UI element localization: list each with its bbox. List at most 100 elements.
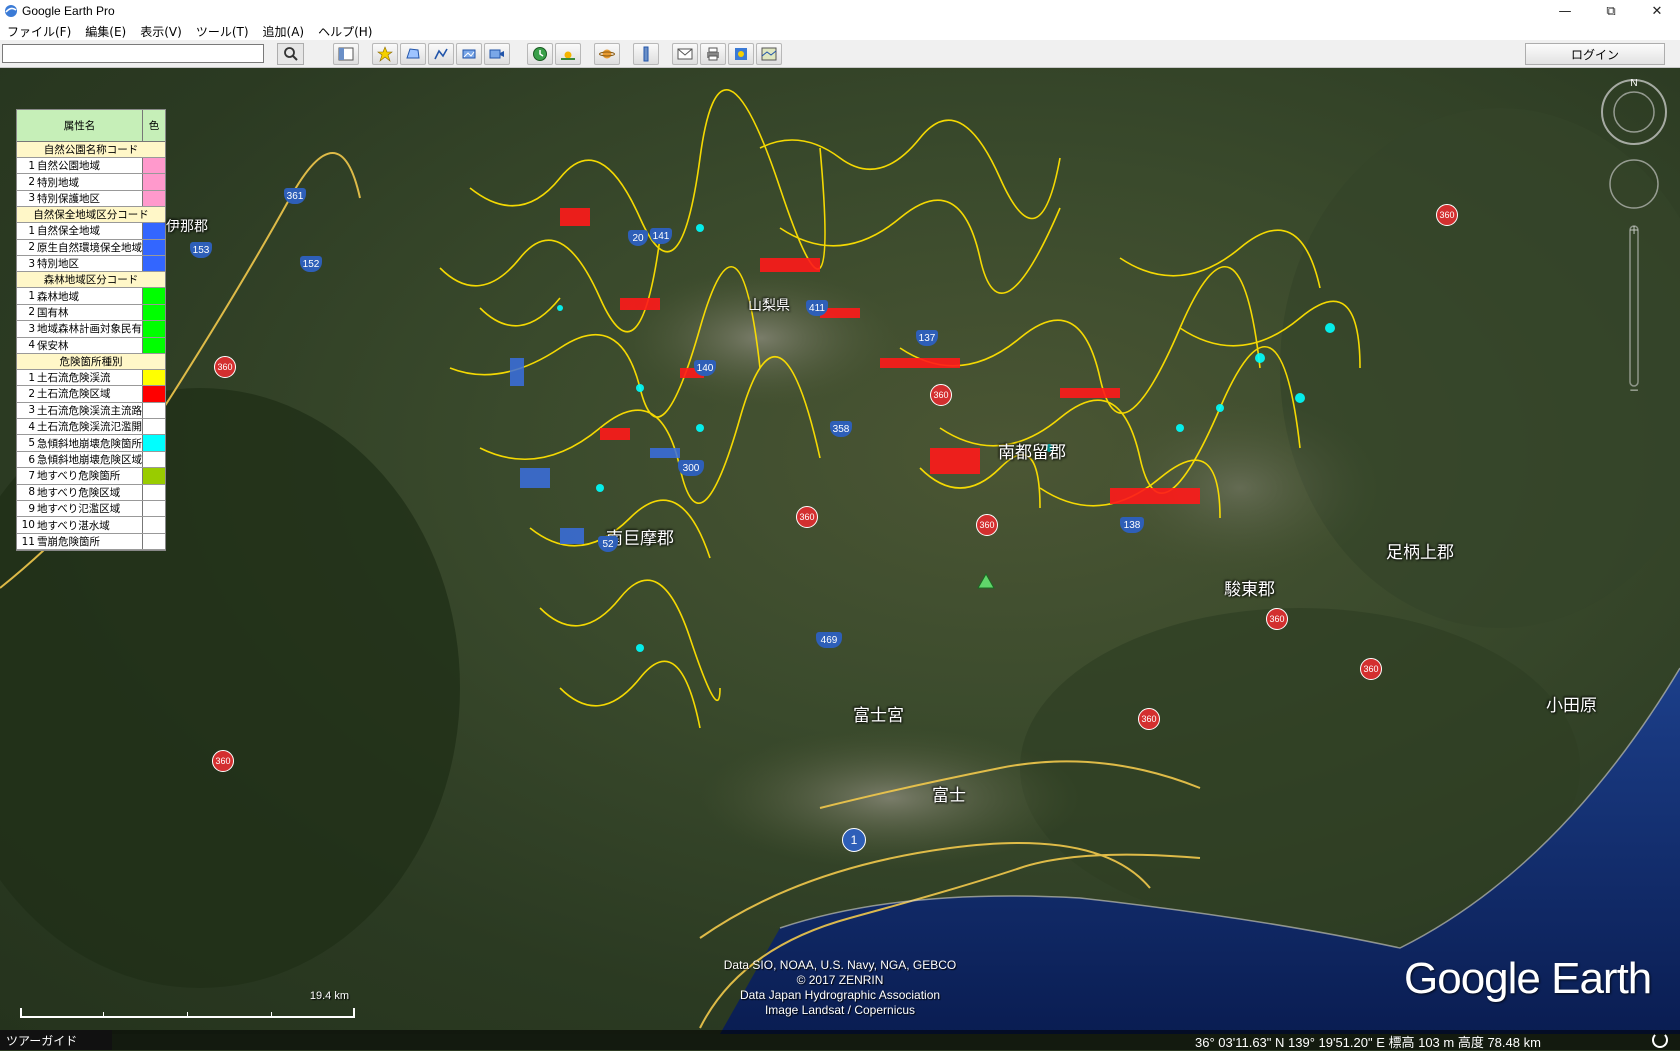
attribution-line: Data Japan Hydrographic Association <box>739 988 941 1002</box>
maximize-button[interactable]: ⧉ <box>1588 0 1634 22</box>
look-joystick[interactable] <box>1609 159 1659 209</box>
menu-view[interactable]: 表示(V) <box>133 23 189 40</box>
minimize-button[interactable]: — <box>1542 0 1588 22</box>
legend-row-label: 土石流危険渓流氾濫開始点 <box>37 419 143 435</box>
legend-color-swatch <box>143 190 165 207</box>
legend-row: 10 地すべり湛水域 <box>17 517 165 534</box>
place-label: 駿東郡 <box>1224 580 1275 600</box>
legend-row-number: 11 <box>21 535 35 548</box>
legend-row-number: 1 <box>28 371 35 384</box>
legend-row-number: 5 <box>28 437 35 450</box>
menu-help[interactable]: ヘルプ(H) <box>311 23 379 40</box>
compass-north-label: N <box>1630 78 1637 89</box>
window-title: Google Earth Pro <box>22 4 115 18</box>
route-shield: 1 <box>842 828 866 852</box>
path-icon <box>434 48 448 60</box>
legend-row: 6 急傾斜地崩壊危険区域 <box>17 451 165 469</box>
legend-row: 3 地域森林計画対象民有林 <box>17 321 165 338</box>
polygon-icon <box>406 48 420 59</box>
planets-button[interactable] <box>594 43 620 65</box>
sunlight-button[interactable] <box>555 43 581 65</box>
tour-guide-button[interactable]: ツアーガイド <box>0 1030 112 1050</box>
ruler-button[interactable] <box>633 43 659 65</box>
menu-add[interactable]: 追加(A) <box>256 23 312 40</box>
google-earth-logo: Google Earth <box>1404 954 1652 1003</box>
legend-row-label: 地すべり氾濫区域 <box>37 501 143 517</box>
360-photo-badge[interactable]: 360 <box>930 384 952 406</box>
zoom-slider[interactable] <box>1629 225 1639 387</box>
add-polygon-button[interactable] <box>400 43 426 65</box>
print-button[interactable] <box>700 43 726 65</box>
menu-tools[interactable]: ツール(T) <box>189 23 256 40</box>
legend-row-number: 3 <box>28 192 35 205</box>
overlay-icon <box>462 49 476 59</box>
zoom-in-icon[interactable]: + <box>1629 223 1639 237</box>
legend-color-swatch <box>143 255 165 272</box>
legend-row-label: 地すべり湛水域 <box>37 517 143 533</box>
menu-bar: ファイル(F) 編集(E) 表示(V) ツール(T) 追加(A) ヘルプ(H) <box>0 22 1680 40</box>
map-viewport[interactable]: 属性名 色 自然公園名称コード 1 自然公園地域 2 特別地域 3 特別保護地区 自然保全地域… <box>0 68 1680 1034</box>
legend-row-number: 2 <box>28 176 35 189</box>
legend-row-label: 地すべり危険区域 <box>37 484 143 501</box>
login-button[interactable]: ログイン <box>1525 43 1665 65</box>
legend-row-number: 1 <box>28 224 35 237</box>
compass-ring[interactable] <box>1601 79 1667 145</box>
360-photo-badge[interactable]: 360 <box>212 750 234 772</box>
legend-row: 1 森林地域 <box>17 288 165 305</box>
legend-color-swatch <box>143 239 165 255</box>
legend-row-number: 3 <box>28 404 35 417</box>
legend-row-number: 4 <box>28 420 35 433</box>
place-label: 足柄上郡 <box>1386 543 1454 563</box>
scale-tick <box>103 1012 104 1018</box>
sidebar-toggle-button[interactable] <box>333 43 359 65</box>
search-input[interactable] <box>2 44 264 63</box>
place-label: 山梨県 <box>748 298 790 314</box>
legend-header-color: 色 <box>143 110 165 141</box>
legend-row-label: 特別地域 <box>37 174 143 190</box>
360-photo-badge[interactable]: 360 <box>214 356 236 378</box>
legend-row-number: 2 <box>28 306 35 319</box>
email-button[interactable] <box>672 43 698 65</box>
legend-row: 2 国有林 <box>17 304 165 322</box>
legend-row: 3 特別地区 <box>17 255 165 273</box>
attribution-line: Image Landsat / Copernicus <box>764 1003 916 1017</box>
legend-row-label: 原生自然環境保全地域 <box>37 239 143 255</box>
place-label: 南都留郡 <box>998 443 1066 463</box>
close-button[interactable]: ✕ <box>1634 0 1680 22</box>
add-placemark-button[interactable] <box>372 43 398 65</box>
360-photo-badge[interactable]: 360 <box>1360 658 1382 680</box>
legend-row-label: 森林地域 <box>37 288 143 304</box>
navigation-controls[interactable]: N + − <box>1598 76 1670 406</box>
legend-color-swatch <box>143 369 165 386</box>
record-tour-button[interactable] <box>484 43 510 65</box>
search-button[interactable] <box>277 43 304 65</box>
legend-color-swatch <box>143 468 165 484</box>
view-in-maps-button[interactable] <box>756 43 782 65</box>
planets-icon <box>599 49 615 59</box>
legend-row: 4 保安林 <box>17 337 165 354</box>
legend-row: 7 地すべり危険箇所 <box>17 468 165 485</box>
menu-file[interactable]: ファイル(F) <box>0 23 78 40</box>
360-photo-badge[interactable]: 360 <box>1436 204 1458 226</box>
360-photo-badge[interactable]: 360 <box>796 506 818 528</box>
legend-row-label: 雪崩危険箇所 <box>37 533 143 550</box>
print-icon <box>707 47 719 61</box>
360-photo-badge[interactable]: 360 <box>1138 708 1160 730</box>
legend-row: 1 自然保全地域 <box>17 223 165 240</box>
legend-category: 森林地域区分コード <box>17 272 165 289</box>
legend-color-swatch <box>143 288 165 304</box>
add-overlay-button[interactable] <box>456 43 482 65</box>
360-photo-badge[interactable]: 360 <box>1266 608 1288 630</box>
menu-edit[interactable]: 編集(E) <box>78 23 133 40</box>
legend-row-label: 国有林 <box>37 304 143 321</box>
zoom-out-icon[interactable]: − <box>1629 383 1639 397</box>
coordinates-readout: 36° 03'11.63" N 139° 19'51.20" E 標高 103 … <box>1195 1035 1541 1050</box>
attribution-line: Data SIO, NOAA, U.S. Navy, NGA, GEBCO <box>723 958 957 972</box>
status-bar: ツアーガイド 36° 03'11.63" N 139° 19'51.20" E … <box>0 1030 1680 1050</box>
save-image-button[interactable] <box>728 43 754 65</box>
legend-row-label: 特別地区 <box>37 255 143 272</box>
add-path-button[interactable] <box>428 43 454 65</box>
360-photo-badge[interactable]: 360 <box>976 514 998 536</box>
historical-imagery-button[interactable] <box>527 43 553 65</box>
route-shield: 300 <box>678 460 704 476</box>
